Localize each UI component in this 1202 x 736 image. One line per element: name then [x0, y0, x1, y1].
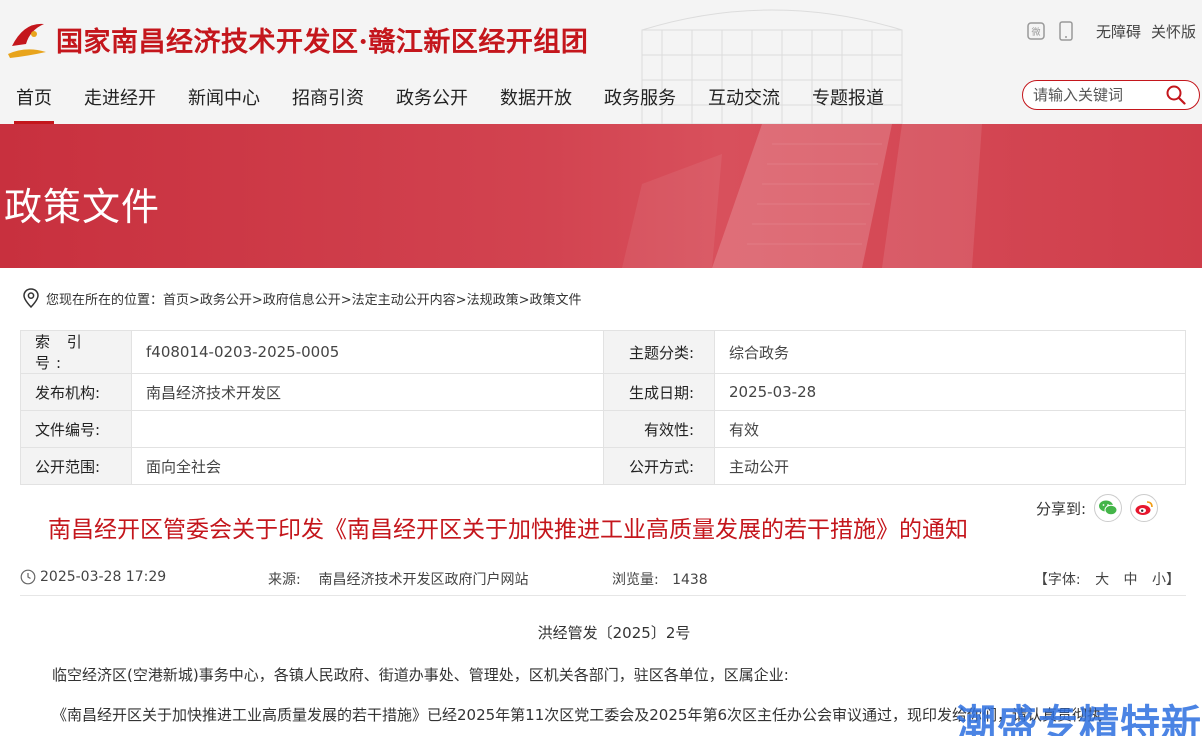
share-weibo-button[interactable] [1130, 494, 1159, 522]
article-source: 来源: 南昌经济技术开发区政府门户网站 [268, 569, 529, 589]
nav-item-services[interactable]: 政务服务 [588, 76, 692, 124]
site-header: 国家南昌经济技术开发区·赣江新区经开组团 微 无障碍 关怀版 首页 走进经开 新… [0, 0, 1202, 124]
validity-label: 有效性: [603, 410, 715, 448]
font-size-label: 【字体: [1033, 572, 1081, 588]
mode-value: 主动公开 [714, 447, 1186, 485]
date-value: 2025-03-28 [714, 373, 1186, 411]
search-box [1022, 80, 1200, 110]
clock-icon [20, 569, 36, 585]
validity-value: 有效 [714, 410, 1186, 448]
breadcrumb: 您现在所在的位置：首页>政务公开>政府信息公开>法定主动公开内容>法规政策>政策… [22, 288, 581, 308]
views-label: 浏览量: [612, 572, 659, 588]
publish-date-text: 2025-03-28 17:29 [40, 569, 167, 585]
watermark-text: 潮盛专精特新 [956, 702, 1202, 736]
mode-label: 公开方式: [603, 447, 715, 485]
page-title: 政策文件 [4, 185, 161, 229]
table-row: 索 引 号: f408014-0203-2025-0005 主题分类: 综合政务 [20, 330, 1186, 374]
main-nav: 首页 走进经开 新闻中心 招商引资 政务公开 数据开放 政务服务 互动交流 专题… [0, 76, 900, 124]
site-logo[interactable]: 国家南昌经济技术开发区·赣江新区经开组团 [4, 16, 588, 62]
table-row: 文件编号: 有效性: 有效 [20, 410, 1186, 448]
section-banner: 政策文件 [0, 124, 1202, 268]
table-row: 公开范围: 面向全社会 公开方式: 主动公开 [20, 447, 1186, 485]
share-wechat-button[interactable] [1094, 494, 1123, 522]
nav-item-open-data[interactable]: 数据开放 [484, 76, 588, 124]
mobile-icon[interactable] [1056, 20, 1076, 42]
wechat-mini-icon[interactable]: 微 [1026, 20, 1046, 42]
document-meta-table: 索 引 号: f408014-0203-2025-0005 主题分类: 综合政务… [20, 330, 1186, 485]
search-button[interactable] [1161, 81, 1191, 109]
docno-label: 文件编号: [20, 410, 132, 448]
view-count: 浏览量: 1438 [612, 569, 708, 589]
svg-text:微: 微 [1031, 26, 1040, 38]
views-value: 1438 [672, 572, 708, 588]
nav-item-investment[interactable]: 招商引资 [276, 76, 380, 124]
nav-item-home[interactable]: 首页 [0, 76, 68, 124]
document-number: 洪经管发〔2025〕2号 [537, 624, 691, 642]
article-title: 南昌经开区管委会关于印发《南昌经开区关于加快推进工业高质量发展的若干措施》的通知 [48, 517, 968, 543]
font-large-button[interactable]: 大 [1095, 572, 1109, 588]
elderly-mode-link[interactable]: 关怀版 [1151, 21, 1196, 42]
org-label: 发布机构: [20, 373, 132, 411]
index-value: f408014-0203-2025-0005 [131, 330, 604, 374]
source-label: 来源: [268, 572, 301, 588]
nav-item-news[interactable]: 新闻中心 [172, 76, 276, 124]
topic-label: 主题分类: [603, 330, 715, 374]
share-label: 分享到: [1036, 499, 1087, 518]
article-paragraph: 《南昌经开区关于加快推进工业高质量发展的若干措施》已经2025年第11次区党工委… [52, 706, 1102, 724]
banner-building-graphic [622, 124, 982, 268]
font-medium-button[interactable]: 中 [1124, 572, 1138, 588]
publish-date: 2025-03-28 17:29 [20, 569, 166, 585]
nav-item-gov-info[interactable]: 政务公开 [380, 76, 484, 124]
date-label: 生成日期: [603, 373, 715, 411]
breadcrumb-text[interactable]: 您现在所在的位置：首页>政务公开>政府信息公开>法定主动公开内容>法规政策>政策… [46, 289, 581, 308]
org-value: 南昌经济技术开发区 [131, 373, 604, 411]
article-paragraph: 临空经济区(空港新城)事务中心，各镇人民政府、街道办事处、管理处，区机关各部门，… [52, 666, 789, 684]
weibo-icon [1135, 501, 1153, 515]
nav-item-special[interactable]: 专题报道 [796, 76, 900, 124]
logo-emblem-icon [8, 23, 46, 58]
site-title: 国家南昌经济技术开发区·赣江新区经开组团 [56, 26, 589, 58]
font-small-button[interactable]: 小】 [1152, 572, 1180, 588]
source-value: 南昌经济技术开发区政府门户网站 [318, 572, 529, 588]
table-row: 发布机构: 南昌经济技术开发区 生成日期: 2025-03-28 [20, 373, 1186, 411]
location-pin-icon [23, 288, 39, 308]
wechat-icon [1099, 500, 1118, 516]
font-size-control: 【字体: 大 中 小】 [1034, 569, 1180, 589]
share-bar: 分享到: [1036, 494, 1159, 522]
accessibility-link[interactable]: 无障碍 [1096, 21, 1141, 42]
scope-value: 面向全社会 [131, 447, 604, 485]
article-info-bar: 2025-03-28 17:29 来源: 南昌经济技术开发区政府门户网站 浏览量… [20, 562, 1186, 596]
nav-item-interaction[interactable]: 互动交流 [692, 76, 796, 124]
nav-item-about[interactable]: 走进经开 [68, 76, 172, 124]
index-label: 索 引 号: [20, 330, 132, 374]
topic-value: 综合政务 [714, 330, 1186, 374]
docno-value [131, 410, 604, 448]
search-icon [1166, 85, 1186, 105]
search-input[interactable] [1023, 86, 1161, 104]
top-tools: 微 无障碍 关怀版 [1026, 20, 1196, 42]
scope-label: 公开范围: [20, 447, 132, 485]
